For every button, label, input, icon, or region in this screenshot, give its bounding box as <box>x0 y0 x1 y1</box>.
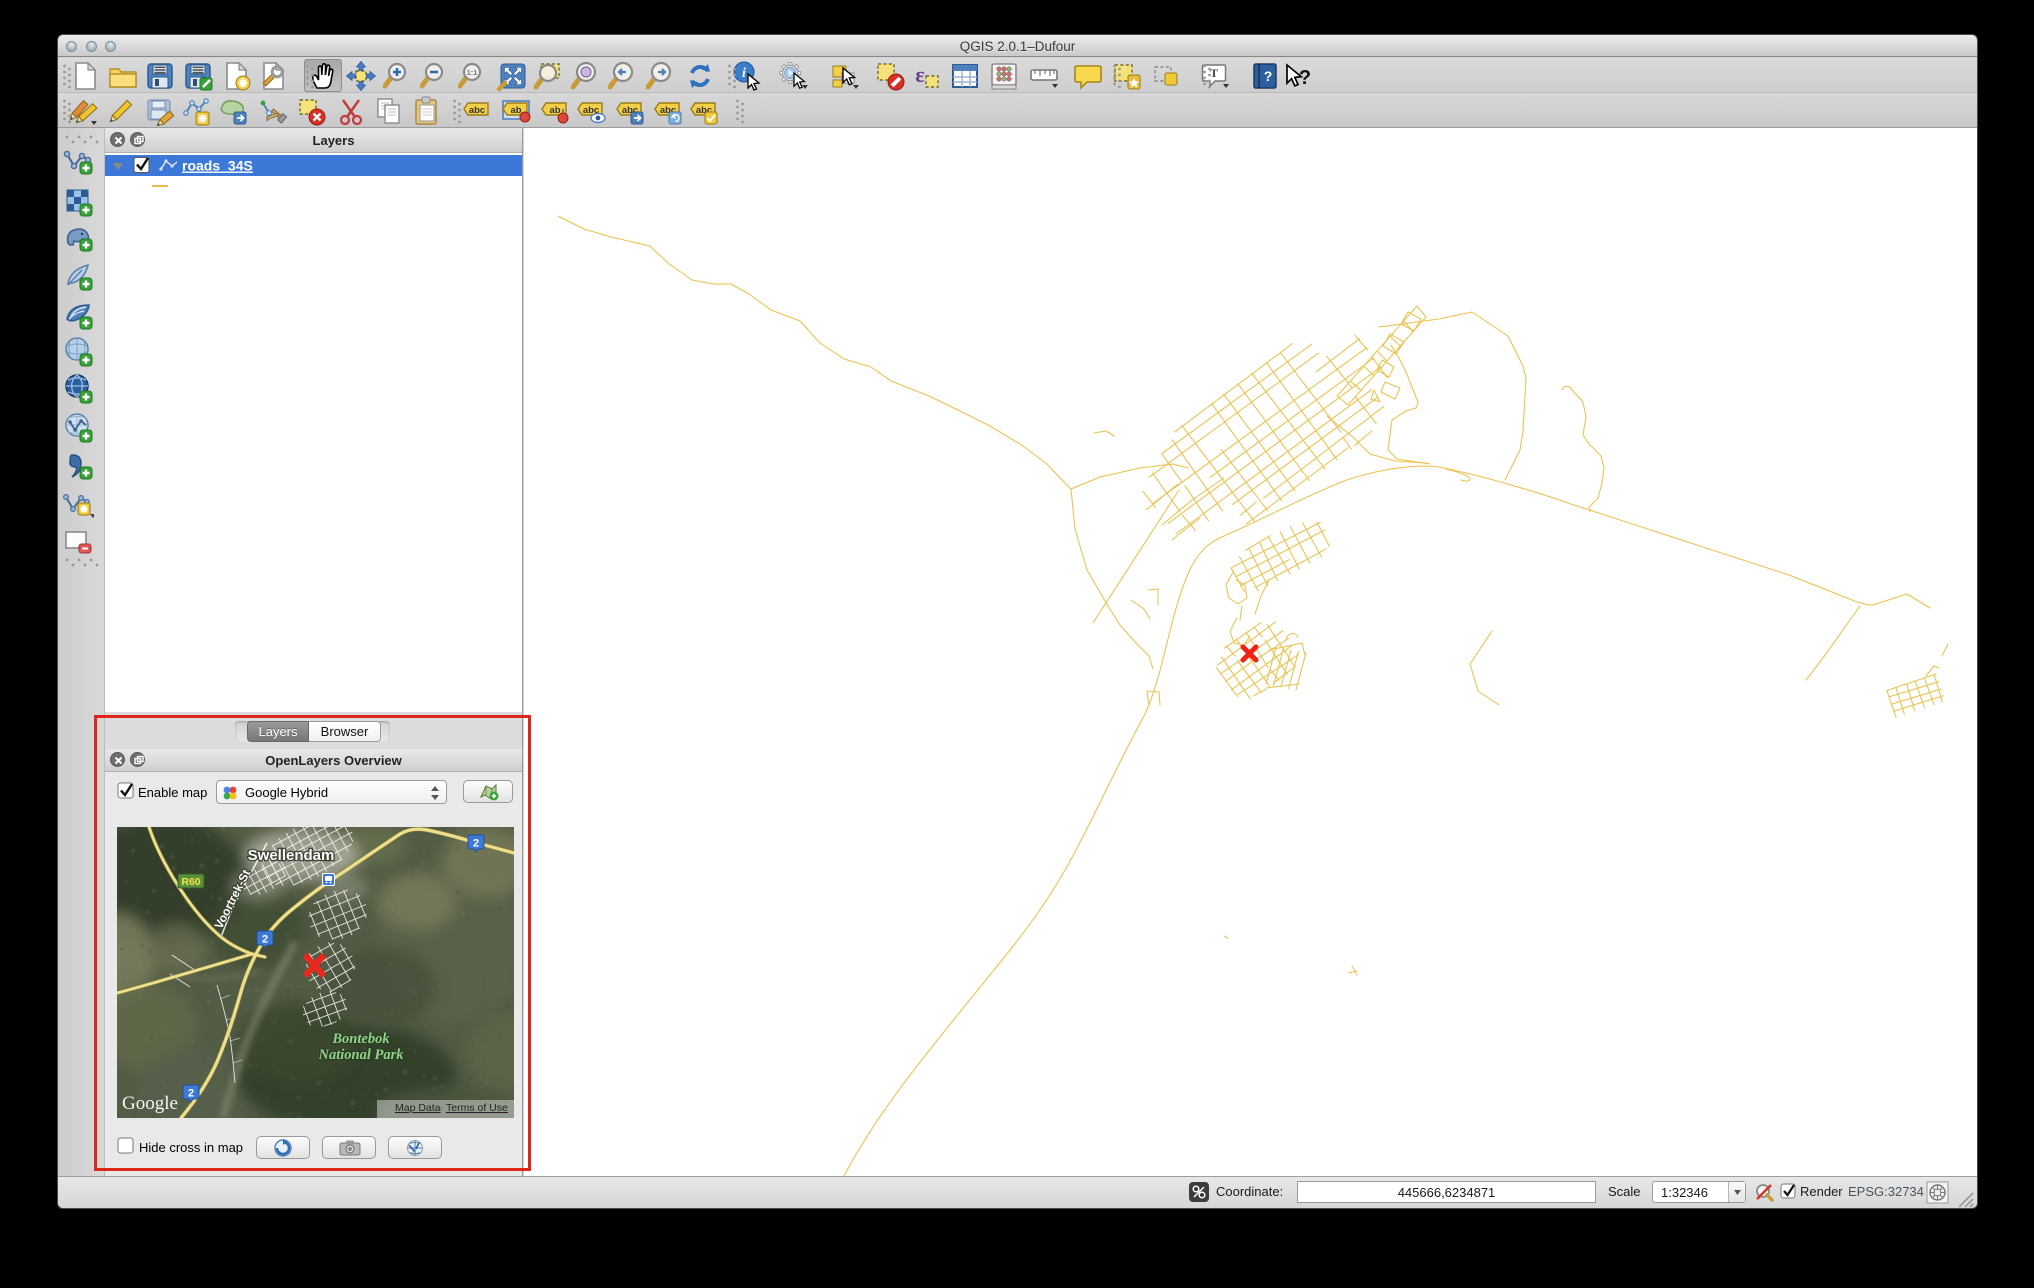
svg-text:ε: ε <box>915 62 924 87</box>
svg-text:roads_34S: roads_34S <box>182 158 253 174</box>
svg-text:?: ? <box>1299 67 1311 89</box>
svg-text:1:1: 1:1 <box>467 68 478 77</box>
svg-text:?: ? <box>1264 68 1273 84</box>
svg-text:ab: ab <box>510 105 521 116</box>
svg-text:abc: abc <box>469 105 485 116</box>
svg-text:i: i <box>742 66 746 81</box>
